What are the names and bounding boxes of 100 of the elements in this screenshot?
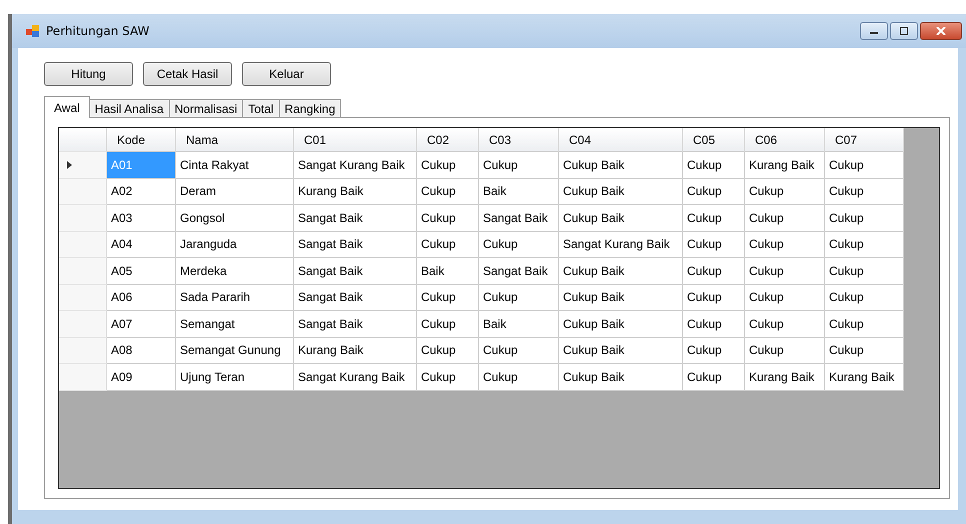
table-cell: Cukup [683,311,745,338]
table-cell: A06 [107,284,176,311]
row-header[interactable] [59,205,107,232]
corner-header [59,128,107,152]
table-cell: Cukup [417,364,479,390]
row-header[interactable] [59,178,107,205]
table-cell: Cukup [745,338,825,364]
table-cell: Semangat [176,311,294,338]
table-cell: Cukup [825,232,904,258]
table-cell: Sada Pararih [176,284,294,311]
column-header: Nama [176,128,294,152]
table-cell: Sangat Kurang Baik [294,152,417,178]
tab[interactable]: Total [242,99,280,118]
column-header: Kode [107,128,176,152]
row-header[interactable] [59,338,107,364]
close-icon [936,27,946,35]
table-cell: Kurang Baik [745,152,825,178]
table-cell: Cukup [825,338,904,364]
row-header[interactable] [59,364,107,390]
table-cell: Sangat Baik [294,284,417,311]
table-cell: Cukup Baik [559,338,683,364]
table-cell: Kurang Baik [825,364,904,390]
table-cell: Cukup [417,311,479,338]
row-header[interactable] [59,232,107,258]
table-cell: Cukup [683,232,745,258]
table-cell: Sangat Kurang Baik [294,364,417,390]
table-cell: Sangat Baik [294,311,417,338]
column-header: C01 [294,128,417,152]
table-cell: Cukup [479,152,559,178]
table-cell: Cukup [745,284,825,311]
column-header: C06 [745,128,825,152]
table-cell: Kurang Baik [745,364,825,390]
table-cell: Baik [479,178,559,205]
table-cell: A01 [107,152,176,178]
table-cell: Cukup [479,338,559,364]
table-cell: Cukup [745,311,825,338]
table-cell: Cukup [825,284,904,311]
table-cell: Cukup [479,284,559,311]
table-cell: Merdeka [176,258,294,284]
table-cell: Cukup [825,152,904,178]
table-cell: Cukup [745,258,825,284]
table-cell: Cukup Baik [559,152,683,178]
tab[interactable]: Rangking [278,99,342,118]
table-cell: Kurang Baik [294,338,417,364]
table-cell: Cukup Baik [559,311,683,338]
row-header[interactable] [59,284,107,311]
tab[interactable]: Normalisasi [168,99,244,118]
table-cell: Cukup [417,152,479,178]
table-cell: A07 [107,311,176,338]
table-cell: Cukup [683,178,745,205]
close-button[interactable] [920,22,962,40]
tab[interactable]: Awal [44,96,90,118]
table-cell: Cukup Baik [559,284,683,311]
column-header: C03 [479,128,559,152]
table-cell: A08 [107,338,176,364]
table-cell: Jaranguda [176,232,294,258]
table-cell: A02 [107,178,176,205]
action-button[interactable]: Hitung [44,62,133,86]
row-header[interactable] [59,258,107,284]
table-cell: A03 [107,205,176,232]
table-cell: Gongsol [176,205,294,232]
table-cell: Sangat Baik [479,258,559,284]
table-cell: Sangat Baik [294,258,417,284]
table-cell: A04 [107,232,176,258]
table-cell: Sangat Baik [294,205,417,232]
table-cell: Cukup [745,232,825,258]
table-cell: Cukup [683,258,745,284]
table-cell: Cukup [417,284,479,311]
table-cell: Baik [417,258,479,284]
table-cell: Cukup [683,284,745,311]
table-cell: Cukup [683,338,745,364]
app-icon [26,24,40,38]
table-cell: Sangat Baik [479,205,559,232]
table-cell: Sangat Kurang Baik [559,232,683,258]
action-button[interactable]: Cetak Hasil [143,62,232,86]
table-cell: Semangat Gunung [176,338,294,364]
action-button[interactable]: Keluar [242,62,331,86]
table-cell: Cukup [479,232,559,258]
table-cell: Kurang Baik [294,178,417,205]
table-cell: A05 [107,258,176,284]
table-cell: Cinta Rakyat [176,152,294,178]
table-cell: Cukup [479,364,559,390]
table-cell: A09 [107,364,176,390]
column-header: C02 [417,128,479,152]
row-header[interactable] [59,311,107,338]
row-header[interactable] [59,152,107,178]
minimize-button[interactable] [860,22,888,40]
table-cell: Cukup [417,338,479,364]
column-header: C04 [559,128,683,152]
tab[interactable]: Hasil Analisa [88,99,170,118]
table-cell: Cukup [825,205,904,232]
table-cell: Deram [176,178,294,205]
maximize-button[interactable] [890,22,918,40]
column-header: C05 [683,128,745,152]
table-cell: Cukup [745,205,825,232]
table-cell: Cukup [417,205,479,232]
table-cell: Cukup [825,311,904,338]
table-cell: Cukup Baik [559,258,683,284]
table-cell: Cukup Baik [559,364,683,390]
table-cell: Cukup [745,178,825,205]
